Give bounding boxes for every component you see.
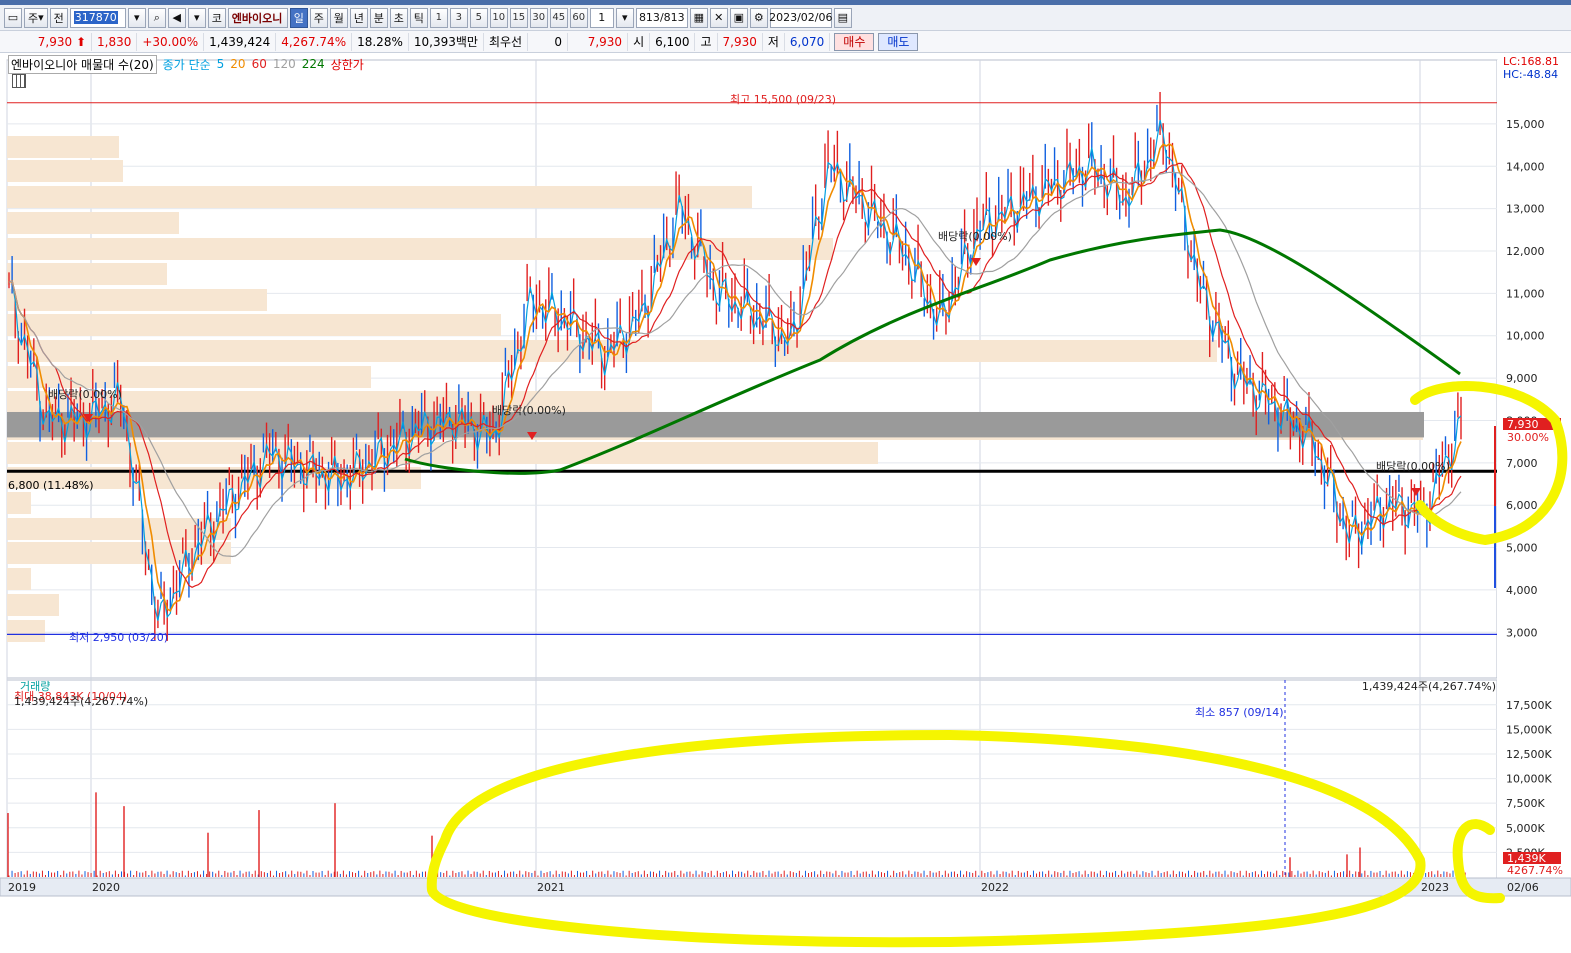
- volume-profile-bar-0: [7, 136, 119, 158]
- ma-period-224: 224: [301, 57, 325, 71]
- price-tick-label-6: 9,000: [1506, 372, 1538, 385]
- volume-profile-bar-6: [7, 289, 267, 311]
- volume-min-label: 최소 857 (09/14): [1195, 706, 1284, 719]
- price-tick-label-7: 10,000: [1506, 330, 1545, 343]
- dividend-label-1: 배당락(0.00%): [492, 404, 566, 417]
- time-tick-label-3: 2022: [981, 881, 1009, 894]
- price-tick-label-9: 12,000: [1506, 245, 1545, 258]
- lc-hc-readout: LC:168.81 HC:-48.84: [1503, 55, 1559, 81]
- volume-profile-bar-18: [7, 594, 59, 616]
- resistance-band: [7, 411, 1424, 438]
- ma-period-60: 60: [251, 57, 267, 71]
- ma-period-5: 5: [216, 57, 225, 71]
- high-label: 최고 15,500 (09/23): [730, 93, 836, 106]
- volume-profile-bar-2: [7, 186, 752, 208]
- dividend-label-2: 배당락(0.00%): [938, 230, 1012, 243]
- volume-profile-bar-15: [7, 518, 231, 540]
- price-tick-label-10: 13,000: [1506, 203, 1545, 216]
- price-tick-label-3: 6,000: [1506, 499, 1538, 512]
- price-tick-label-0: 3,000: [1506, 626, 1538, 639]
- ma-label: 종가 단순: [162, 57, 211, 72]
- pct-tag: 30.00%: [1507, 431, 1549, 444]
- support-line-label: 6,800 (11.48%): [8, 479, 94, 492]
- ma-period-120: 120: [272, 57, 296, 71]
- dividend-label-3: 배당락(0.00%): [1376, 460, 1450, 473]
- ma-period-20: 20: [230, 57, 246, 71]
- time-tick-label-0: 2019: [8, 881, 36, 894]
- price-tick-label-11: 14,000: [1506, 160, 1545, 173]
- volume-profile-bar-7: [7, 314, 501, 336]
- volume-profile-bar-1: [7, 160, 123, 182]
- volume-current-left: 1,439,424주(4,267.74%): [14, 695, 148, 708]
- volume-tick-label-3: 10,000K: [1506, 773, 1552, 786]
- volume-tick-label-2: 7,500K: [1506, 797, 1545, 810]
- volume-tick-label-5: 15,000K: [1506, 723, 1552, 736]
- volume-tick-label-4: 12,500K: [1506, 748, 1552, 761]
- hc-value: HC:-48.84: [1502, 68, 1559, 81]
- time-tick-label-2: 2021: [537, 881, 565, 894]
- table-icon[interactable]: [12, 74, 26, 88]
- volume-profile-bar-5: [7, 263, 167, 285]
- low-label: 최저 2,950 (03/20): [69, 631, 168, 644]
- time-axis-bar: [0, 877, 1571, 897]
- volume-tick-label-6: 17,500K: [1506, 699, 1552, 712]
- time-tick-label-1: 2020: [92, 881, 120, 894]
- volume-profile-bar-4: [7, 238, 833, 260]
- time-tick-label-4: 2023: [1421, 881, 1449, 894]
- price-tick-label-4: 7,000: [1506, 457, 1538, 470]
- price-tick-label-12: 15,000: [1506, 118, 1545, 131]
- volume-current-right: 1,439,424주(4,267.74%): [1362, 680, 1496, 693]
- lc-value: LC:168.81: [1502, 55, 1559, 68]
- volume-profile-bar-3: [7, 212, 179, 234]
- price-tick-label-8: 11,000: [1506, 287, 1545, 300]
- time-tick-label-5: 02/06: [1507, 881, 1539, 894]
- chart-legend: 엔바이오니아 매물대 수(20) 종가 단순 5 20 60 120 224 상…: [8, 54, 364, 74]
- volume-pct-tag: 4267.74%: [1507, 864, 1563, 877]
- limit-up-label: 상한가: [330, 57, 364, 72]
- price-tick-label-1: 4,000: [1506, 584, 1538, 597]
- indicator-title[interactable]: 엔바이오니아 매물대 수(20): [8, 54, 157, 74]
- volume-profile-bar-19: [7, 620, 45, 642]
- price-tick-label-2: 5,000: [1506, 542, 1538, 555]
- price-tag: 7,930: [1507, 418, 1539, 431]
- price-chart[interactable]: 3,0004,0005,0006,0007,0008,0009,00010,00…: [0, 0, 1571, 953]
- volume-profile-bar-14: [7, 492, 31, 514]
- volume-profile-bar-17: [7, 568, 31, 590]
- dividend-label-0: 배당락(0.00%): [48, 388, 122, 401]
- volume-tick-label-1: 5,000K: [1506, 822, 1545, 835]
